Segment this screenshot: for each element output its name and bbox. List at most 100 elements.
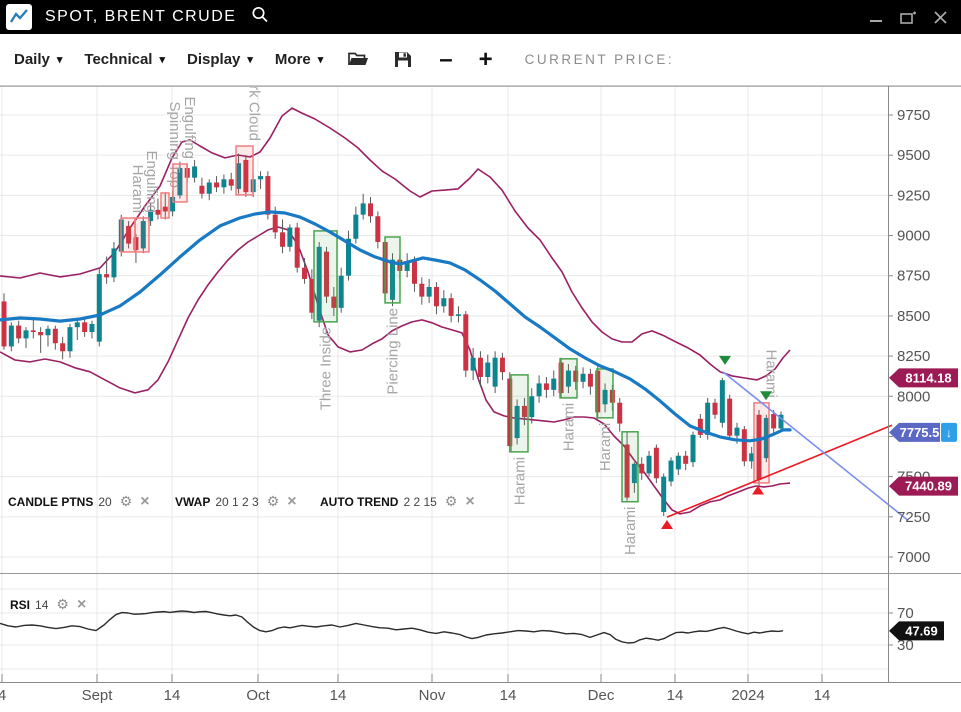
price-tick-label: 9750 bbox=[897, 107, 930, 124]
candle-body bbox=[463, 314, 468, 370]
timeframe-menu[interactable]: Daily▾ bbox=[14, 51, 62, 68]
candle-body bbox=[38, 332, 43, 335]
trend-level-badge: 7440.89 bbox=[889, 477, 958, 496]
search-icon[interactable] bbox=[250, 5, 270, 30]
price-tick-label: 9500 bbox=[897, 147, 930, 164]
candle-body bbox=[45, 329, 50, 335]
candle-body bbox=[82, 322, 87, 332]
candle-body bbox=[229, 179, 234, 185]
candle-body bbox=[75, 322, 80, 327]
pattern-label: Harami bbox=[622, 507, 639, 555]
support-trendline bbox=[667, 425, 892, 517]
price-tick-label: 7250 bbox=[897, 509, 930, 526]
technical-menu[interactable]: Technical▾ bbox=[84, 51, 165, 68]
candle-body bbox=[89, 324, 94, 332]
close-icon[interactable]: × bbox=[77, 599, 86, 611]
candle-body bbox=[493, 358, 498, 387]
pattern-label: Three Inside bbox=[318, 327, 335, 410]
price-chart-svg[interactable]: HaramiEngulfingSpinning TopEngulfingDark… bbox=[0, 0, 961, 712]
pattern-box bbox=[135, 218, 149, 252]
display-menu[interactable]: Display▾ bbox=[187, 51, 253, 68]
pattern-label: Engulfing bbox=[181, 96, 198, 159]
swing-low-marker bbox=[661, 520, 673, 529]
gear-icon[interactable]: ⚙ bbox=[445, 493, 458, 510]
candle-body bbox=[111, 248, 116, 277]
time-tick-label: Sept bbox=[82, 687, 114, 704]
save-icon[interactable] bbox=[393, 50, 413, 69]
candle-body bbox=[485, 363, 490, 377]
svg-text:7440.89: 7440.89 bbox=[905, 479, 952, 494]
candle-body bbox=[214, 183, 219, 188]
candle-body bbox=[9, 326, 14, 347]
candle-body bbox=[727, 399, 732, 436]
app-logo-chart-icon bbox=[6, 4, 32, 30]
trend-level-badge: 8114.18 bbox=[889, 368, 958, 387]
candle-body bbox=[16, 326, 21, 339]
candle-body bbox=[361, 203, 366, 214]
zoom-out-button[interactable]: – bbox=[439, 50, 452, 70]
more-menu[interactable]: More▾ bbox=[275, 51, 323, 68]
open-folder-icon[interactable] bbox=[347, 50, 369, 69]
candle-body bbox=[669, 461, 674, 482]
candle-body bbox=[449, 298, 454, 316]
gear-icon[interactable]: ⚙ bbox=[120, 493, 133, 510]
indicator-name: CANDLE PTNS bbox=[8, 495, 93, 509]
pattern-box bbox=[385, 237, 400, 303]
pattern-label: Harami bbox=[597, 423, 614, 471]
close-icon[interactable]: × bbox=[140, 496, 149, 508]
chevron-down-icon: ▾ bbox=[159, 53, 165, 66]
indicator-params: 14 bbox=[35, 598, 48, 612]
time-tick-label: Nov bbox=[419, 687, 446, 704]
time-tick-label: 2024 bbox=[731, 687, 764, 704]
time-tick-label: Oct bbox=[246, 687, 270, 704]
indicator-name: VWAP bbox=[175, 495, 210, 509]
time-tick-label: 14 bbox=[667, 687, 684, 704]
toolbar: Daily▾ Technical▾ Display▾ More▾ – + CUR… bbox=[0, 34, 961, 86]
candle-body bbox=[713, 403, 718, 415]
candle-body bbox=[456, 314, 461, 316]
time-tick-label: 14 bbox=[814, 687, 831, 704]
candle-body bbox=[639, 464, 644, 474]
price-tick-label: 9250 bbox=[897, 187, 930, 204]
candle-body bbox=[617, 403, 622, 424]
chevron-down-icon: ▾ bbox=[247, 53, 253, 66]
close-icon[interactable] bbox=[931, 8, 949, 26]
candle-body bbox=[280, 232, 285, 246]
pattern-box bbox=[622, 432, 638, 502]
candle-body bbox=[97, 274, 102, 342]
candle-body bbox=[551, 379, 556, 390]
price-tick-label: 9000 bbox=[897, 228, 930, 245]
candle-body bbox=[471, 358, 476, 371]
pattern-box bbox=[754, 403, 769, 483]
candle-body bbox=[221, 179, 226, 187]
indicator-params: 20 1 2 3 bbox=[215, 495, 258, 509]
minimize-button[interactable] bbox=[867, 8, 885, 26]
swing-high-marker bbox=[719, 356, 731, 365]
chevron-down-icon: ▾ bbox=[318, 53, 324, 66]
popout-button[interactable] bbox=[899, 8, 917, 26]
close-icon[interactable]: × bbox=[465, 496, 474, 508]
gear-icon[interactable]: ⚙ bbox=[267, 493, 280, 510]
candle-body bbox=[265, 176, 270, 215]
pattern-label: Piercing Line bbox=[385, 308, 402, 395]
resistance-trendline bbox=[723, 372, 908, 521]
candle-body bbox=[258, 176, 263, 179]
gear-icon[interactable]: ⚙ bbox=[56, 596, 69, 613]
time-tick-label: 14 bbox=[500, 687, 517, 704]
candle-body bbox=[412, 261, 417, 284]
time-axis-labels: 4Sept14Oct14Nov14Dec14202414 bbox=[0, 674, 830, 704]
pattern-box bbox=[597, 369, 613, 418]
svg-text:47.69: 47.69 bbox=[905, 623, 938, 638]
candle-body bbox=[339, 276, 344, 308]
svg-text:7775.5: 7775.5 bbox=[900, 425, 940, 440]
candle-body bbox=[427, 287, 432, 297]
candle-body bbox=[23, 330, 28, 338]
candle-body bbox=[273, 215, 278, 233]
time-tick-label: 14 bbox=[330, 687, 347, 704]
svg-text:8114.18: 8114.18 bbox=[905, 370, 951, 385]
indicator-legend-candle-patterns: CANDLE PTNS 20 ⚙ × bbox=[8, 493, 150, 510]
zoom-in-button[interactable]: + bbox=[479, 50, 493, 70]
close-icon[interactable]: × bbox=[287, 496, 296, 508]
candle-body bbox=[529, 396, 534, 417]
candle-body bbox=[705, 403, 710, 435]
